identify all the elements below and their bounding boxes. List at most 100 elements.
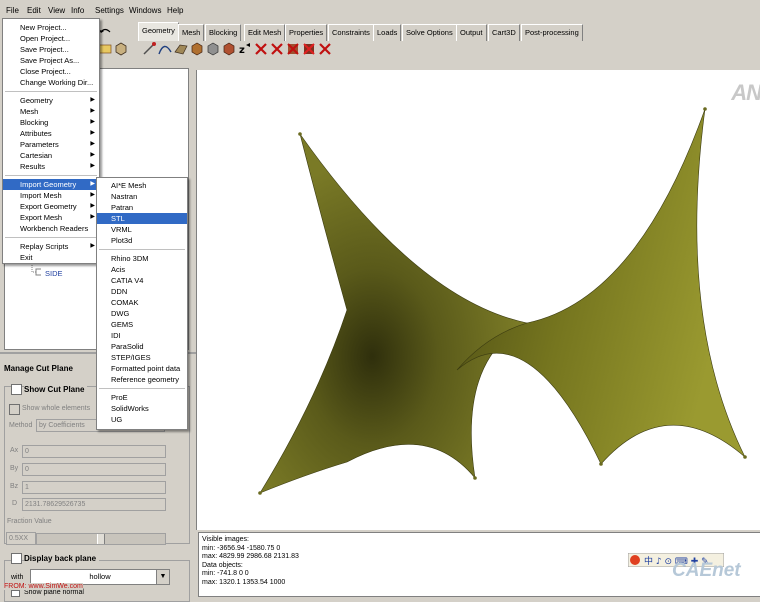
submenu-item-formatted-point-data[interactable]: Formatted point data bbox=[97, 363, 187, 374]
menu-item-parameters[interactable]: Parameters ▶ bbox=[3, 139, 99, 150]
tab-properties[interactable]: Properties bbox=[285, 24, 328, 41]
show-cut-plane-checkbox[interactable] bbox=[11, 384, 22, 395]
submenu-item-ddn[interactable]: DDN bbox=[97, 286, 187, 297]
submenu-item-stl[interactable]: STL bbox=[97, 213, 187, 224]
submenu-item-idi[interactable]: IDI bbox=[97, 330, 187, 341]
ax-field[interactable]: 0 bbox=[22, 445, 166, 458]
menu-item-label: DWG bbox=[111, 309, 130, 318]
submenu-item-nastran[interactable]: Nastran bbox=[97, 191, 187, 202]
submenu-item-acis[interactable]: Acis bbox=[97, 264, 187, 275]
show-plane-normal-checkbox[interactable] bbox=[11, 590, 20, 597]
submenu-item-ug[interactable]: UG bbox=[97, 414, 187, 425]
submenu-item-dwg[interactable]: DWG bbox=[97, 308, 187, 319]
fraction-slider-handle[interactable] bbox=[97, 534, 105, 544]
submenu-item-proe[interactable]: ProE bbox=[97, 392, 187, 403]
menu-item-label: Patran bbox=[111, 203, 134, 212]
menu-item-cartesian[interactable]: Cartesian ▶ bbox=[3, 150, 99, 161]
menu-edit[interactable]: Edit bbox=[27, 6, 41, 15]
d-field[interactable]: 2131.78629526735 bbox=[22, 498, 166, 511]
submenu-arrow-icon: ▶ bbox=[90, 243, 95, 249]
delete-any-entity-icon[interactable] bbox=[318, 42, 332, 56]
fraction-value-field[interactable]: 0.5XX bbox=[6, 532, 36, 545]
menu-item-results[interactable]: Results ▶ bbox=[3, 161, 99, 172]
restore-geometry-icon[interactable]: z bbox=[238, 42, 252, 56]
tab-constraints[interactable]: Constraints bbox=[328, 24, 374, 41]
tab-loads[interactable]: Loads bbox=[373, 24, 402, 41]
show-whole-elements-label: Show whole elements bbox=[22, 405, 91, 412]
repair-geometry-icon[interactable] bbox=[206, 42, 220, 56]
submenu-item-step-iges[interactable]: STEP/IGES bbox=[97, 352, 187, 363]
menu-item-attributes[interactable]: Attributes ▶ bbox=[3, 128, 99, 139]
transform-geometry-icon[interactable] bbox=[222, 42, 236, 56]
delete-surface-icon[interactable] bbox=[286, 42, 300, 56]
bz-field[interactable]: 1 bbox=[22, 481, 166, 494]
menu-item-blocking[interactable]: Blocking ▶ bbox=[3, 117, 99, 128]
menu-settings[interactable]: Settings bbox=[95, 6, 124, 15]
menu-item-new-project[interactable]: New Project... bbox=[3, 22, 99, 33]
submenu-item-reference-geometry[interactable]: Reference geometry bbox=[97, 374, 187, 385]
menu-item-mesh[interactable]: Mesh ▶ bbox=[3, 106, 99, 117]
menu-item-export-geometry[interactable]: Export Geometry ▶ bbox=[3, 201, 99, 212]
menu-item-export-mesh[interactable]: Export Mesh ▶ bbox=[3, 212, 99, 223]
menu-item-open-project[interactable]: Open Project... bbox=[3, 33, 99, 44]
menu-item-workbench-readers[interactable]: Workbench Readers bbox=[3, 223, 99, 234]
surface-right-lobe bbox=[456, 108, 746, 465]
submenu-item-solidworks[interactable]: SolidWorks bbox=[97, 403, 187, 414]
menu-item-save-project-as[interactable]: Save Project As... bbox=[3, 55, 99, 66]
menu-item-label: UG bbox=[111, 415, 123, 424]
tab-edit-mesh[interactable]: Edit Mesh bbox=[244, 24, 286, 41]
menu-item-label: Formatted point data bbox=[111, 364, 181, 373]
submenu-item-parasolid[interactable]: ParaSolid bbox=[97, 341, 187, 352]
submenu-arrow-icon: ▶ bbox=[90, 141, 95, 147]
chevron-down-icon[interactable]: ▼ bbox=[156, 570, 169, 584]
tab-blocking[interactable]: Blocking bbox=[205, 24, 242, 41]
menu-item-label: Blocking bbox=[20, 118, 49, 127]
submenu-item-comak[interactable]: COMAK bbox=[97, 297, 187, 308]
graphics-viewport[interactable]: AN bbox=[196, 70, 760, 530]
tab-post-processing[interactable]: Post-processing bbox=[521, 24, 583, 41]
svg-text:z: z bbox=[239, 45, 245, 56]
menu-item-save-project[interactable]: Save Project... bbox=[3, 44, 99, 55]
import-geometry-submenu: AI*E Mesh Nastran Patran STL VRML Plot3d… bbox=[96, 177, 188, 430]
menu-item-replay-scripts[interactable]: Replay Scripts ▶ bbox=[3, 241, 99, 252]
display-back-plane-checkbox[interactable] bbox=[11, 553, 22, 564]
submenu-arrow-icon: ▶ bbox=[90, 163, 95, 169]
delete-curve-icon[interactable] bbox=[270, 42, 284, 56]
show-cut-plane-label: Show Cut Plane bbox=[24, 385, 88, 394]
delete-point-icon[interactable] bbox=[254, 42, 268, 56]
tab-cart3d[interactable]: Cart3D bbox=[488, 24, 520, 41]
tab-solve-options[interactable]: Solve Options bbox=[402, 24, 457, 41]
file-menu: New Project... Open Project... Save Proj… bbox=[2, 18, 100, 264]
fraction-slider[interactable] bbox=[36, 533, 166, 545]
menu-item-close-project[interactable]: Close Project... bbox=[3, 66, 99, 77]
menu-item-import-mesh[interactable]: Import Mesh ▶ bbox=[3, 190, 99, 201]
by-field[interactable]: 0 bbox=[22, 463, 166, 476]
submenu-item-plot3d[interactable]: Plot3d bbox=[97, 235, 187, 246]
show-whole-elements-checkbox[interactable] bbox=[9, 404, 20, 415]
delete-body-icon[interactable] bbox=[302, 42, 316, 56]
tab-output[interactable]: Output bbox=[456, 24, 487, 41]
from-watermark: FROM: www.SimWe.com bbox=[4, 583, 83, 590]
menu-separator bbox=[99, 388, 185, 389]
submenu-item-catia-v4[interactable]: CATIA V4 bbox=[97, 275, 187, 286]
submenu-item-rhino-3dm[interactable]: Rhino 3DM bbox=[97, 253, 187, 264]
menu-item-geometry[interactable]: Geometry ▶ bbox=[3, 95, 99, 106]
info-line: min: -3656.94 -1580.75 0 bbox=[202, 544, 281, 552]
menu-item-exit[interactable]: Exit bbox=[3, 252, 99, 263]
menu-item-label: Attributes bbox=[20, 129, 52, 138]
submenu-item-patran[interactable]: Patran bbox=[97, 202, 187, 213]
menu-file[interactable]: File bbox=[6, 6, 19, 15]
menu-info[interactable]: Info bbox=[71, 6, 84, 15]
menu-item-change-working-dir[interactable]: Change Working Dir... bbox=[3, 77, 99, 88]
submenu-arrow-icon: ▶ bbox=[90, 152, 95, 158]
menu-item-import-geometry[interactable]: Import Geometry ▶ bbox=[3, 179, 99, 190]
menu-view[interactable]: View bbox=[48, 6, 65, 15]
submenu-item-aie-mesh[interactable]: AI*E Mesh bbox=[97, 180, 187, 191]
ax-label: Ax bbox=[10, 447, 19, 454]
submenu-item-gems[interactable]: GEMS bbox=[97, 319, 187, 330]
submenu-item-vrml[interactable]: VRML bbox=[97, 224, 187, 235]
menu-help[interactable]: Help bbox=[167, 6, 183, 15]
tree-item-side[interactable]: SIDE bbox=[45, 269, 63, 278]
menu-windows[interactable]: Windows bbox=[129, 6, 161, 15]
with-select-value: hollow bbox=[89, 572, 111, 581]
